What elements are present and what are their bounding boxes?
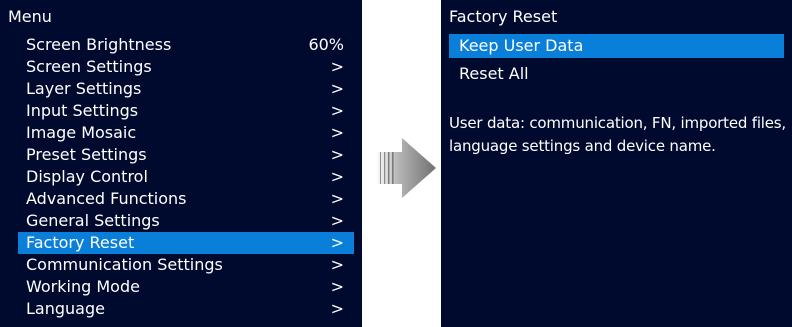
- menu-item-label: Screen Brightness: [26, 35, 172, 54]
- menu-item-label: Input Settings: [26, 101, 139, 120]
- menu-title: Menu: [8, 7, 52, 26]
- chevron-right-icon: >: [330, 211, 344, 230]
- chevron-right-icon: >: [330, 299, 344, 318]
- menu-item-value: 60%: [308, 35, 344, 54]
- chevron-right-icon: >: [330, 123, 344, 142]
- menu-item-label: Preset Settings: [26, 145, 147, 164]
- menu-item-factory-reset[interactable]: Factory Reset >: [18, 232, 354, 254]
- menu-item-general-settings[interactable]: General Settings >: [18, 210, 354, 232]
- menu-item-label: Image Mosaic: [26, 123, 137, 142]
- right-arrow-icon: [376, 138, 436, 198]
- chevron-right-icon: >: [330, 167, 344, 186]
- chevron-right-icon: >: [330, 277, 344, 296]
- chevron-right-icon: >: [330, 145, 344, 164]
- detail-title: Factory Reset: [449, 7, 558, 26]
- chevron-right-icon: >: [330, 79, 344, 98]
- chevron-right-icon: >: [330, 101, 344, 120]
- option-description: User data: communication, FN, imported f…: [449, 114, 786, 155]
- menu-item-label: General Settings: [26, 211, 160, 230]
- menu-item-working-mode[interactable]: Working Mode >: [18, 276, 354, 298]
- menu-panel: Menu Screen Brightness 60% Screen Settin…: [0, 0, 362, 327]
- menu-item-screen-brightness[interactable]: Screen Brightness 60%: [18, 34, 354, 56]
- option-list: Keep User Data Reset All: [441, 34, 792, 90]
- factory-reset-panel: Factory Reset Keep User Data Reset All U…: [441, 0, 792, 327]
- keep-user-data-option[interactable]: Keep User Data: [449, 34, 784, 58]
- menu-item-label: Factory Reset: [26, 233, 135, 252]
- menu-list: Screen Brightness 60% Screen Settings > …: [0, 34, 362, 320]
- menu-item-image-mosaic[interactable]: Image Mosaic >: [18, 122, 354, 144]
- menu-item-label: Language: [26, 299, 105, 318]
- menu-item-label: Working Mode: [26, 277, 140, 296]
- chevron-right-icon: >: [330, 233, 344, 252]
- option-label: Reset All: [459, 64, 529, 83]
- reset-all-option[interactable]: Reset All: [449, 62, 784, 86]
- chevron-right-icon: >: [330, 255, 344, 274]
- menu-item-input-settings[interactable]: Input Settings >: [18, 100, 354, 122]
- menu-item-advanced-functions[interactable]: Advanced Functions >: [18, 188, 354, 210]
- chevron-right-icon: >: [330, 57, 344, 76]
- menu-item-label: Layer Settings: [26, 79, 142, 98]
- option-label: Keep User Data: [459, 36, 584, 55]
- menu-item-label: Advanced Functions: [26, 189, 187, 208]
- menu-item-communication-settings[interactable]: Communication Settings >: [18, 254, 354, 276]
- chevron-right-icon: >: [330, 189, 344, 208]
- menu-item-label: Screen Settings: [26, 57, 152, 76]
- menu-item-display-control[interactable]: Display Control >: [18, 166, 354, 188]
- menu-item-preset-settings[interactable]: Preset Settings >: [18, 144, 354, 166]
- menu-item-language[interactable]: Language >: [18, 298, 354, 320]
- menu-item-screen-settings[interactable]: Screen Settings >: [18, 56, 354, 78]
- menu-item-layer-settings[interactable]: Layer Settings >: [18, 78, 354, 100]
- menu-item-label: Display Control: [26, 167, 148, 186]
- menu-item-label: Communication Settings: [26, 255, 223, 274]
